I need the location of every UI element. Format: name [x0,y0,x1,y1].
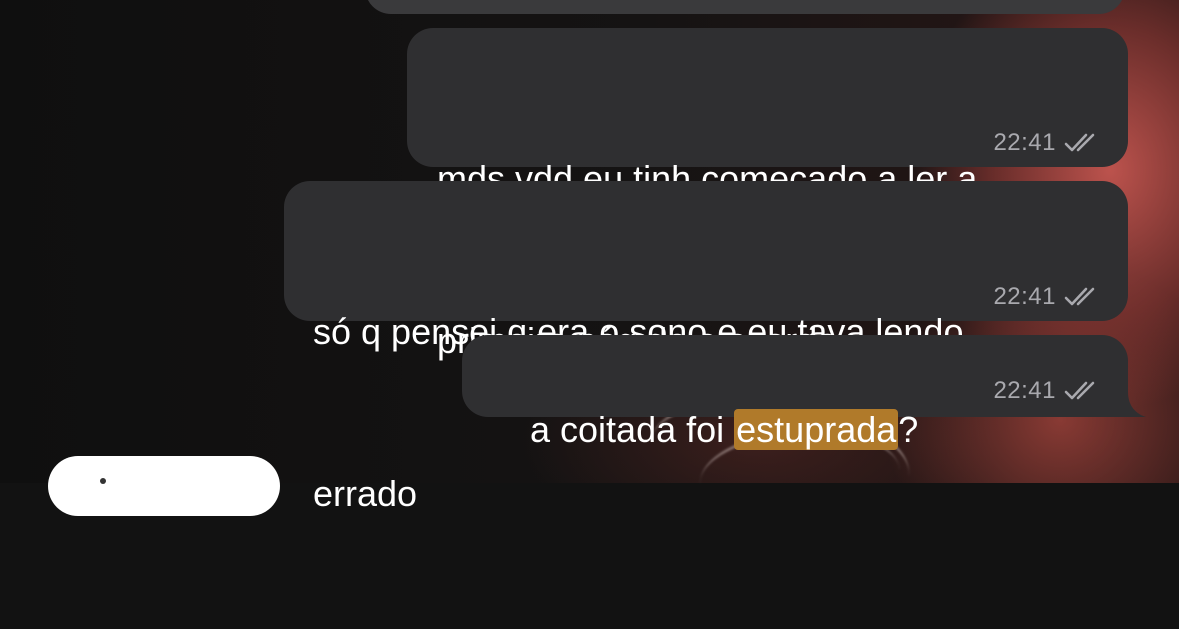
message-text: a coitada foi estuprada? [490,349,918,511]
message-meta: 22:41 [993,131,1098,155]
bubble-tail [1118,392,1146,417]
message-timestamp: 22:41 [993,377,1056,404]
outgoing-message-bubble[interactable]: mds vdd eu tinh começado a ler a primeir… [407,28,1128,361]
double-check-icon [1064,133,1095,152]
message-text-part: ? [898,409,919,450]
double-check-icon [1064,381,1095,400]
previous-message-bubble[interactable] [365,0,1125,14]
incoming-message-bubble[interactable] [48,456,280,516]
partial-text-glyph [100,478,106,484]
message-timestamp: 22:41 [993,283,1056,310]
outgoing-message-bubble[interactable]: só q pensei q era o sono e eu tava lendo… [284,181,1128,514]
double-check-icon [1064,287,1095,306]
highlighted-word[interactable]: estuprada [734,409,899,450]
outgoing-message-bubble[interactable]: a coitada foi estuprada? 22:41 [462,335,1128,450]
message-meta: 22:41 [993,285,1098,309]
message-text-part: a coitada foi [530,409,735,450]
message-meta: 22:41 [993,379,1098,403]
message-timestamp: 22:41 [993,129,1056,156]
